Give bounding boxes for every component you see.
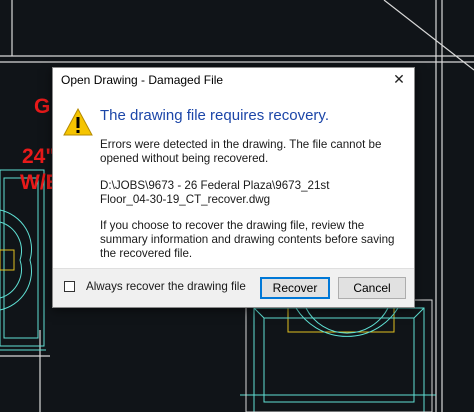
recover-button[interactable]: Recover bbox=[260, 277, 330, 299]
warning-icon bbox=[63, 108, 93, 136]
dialog-footer: Always recover the drawing file Recover … bbox=[53, 268, 414, 307]
dialog-title: Open Drawing - Damaged File bbox=[61, 73, 224, 87]
cad-label: G bbox=[34, 95, 51, 118]
always-recover-checkbox[interactable] bbox=[64, 281, 75, 292]
dialog-titlebar[interactable]: Open Drawing - Damaged File ✕ bbox=[53, 68, 414, 92]
error-message: Errors were detected in the drawing. The… bbox=[100, 138, 382, 165]
recovery-advice: If you choose to recover the drawing fil… bbox=[100, 219, 395, 260]
close-icon: ✕ bbox=[393, 72, 405, 88]
close-button[interactable]: ✕ bbox=[384, 68, 414, 92]
cancel-button[interactable]: Cancel bbox=[338, 277, 406, 299]
file-path: D:\JOBS\9673 - 26 Federal Plaza\9673_21s… bbox=[100, 179, 330, 206]
damaged-file-dialog: Open Drawing - Damaged File ✕ The drawin… bbox=[52, 67, 415, 308]
dialog-heading: The drawing file requires recovery. bbox=[100, 107, 329, 124]
cad-label: 24" bbox=[22, 145, 56, 168]
always-recover-label[interactable]: Always recover the drawing file bbox=[86, 280, 246, 293]
dialog-content: The drawing file requires recovery. Erro… bbox=[53, 92, 414, 268]
